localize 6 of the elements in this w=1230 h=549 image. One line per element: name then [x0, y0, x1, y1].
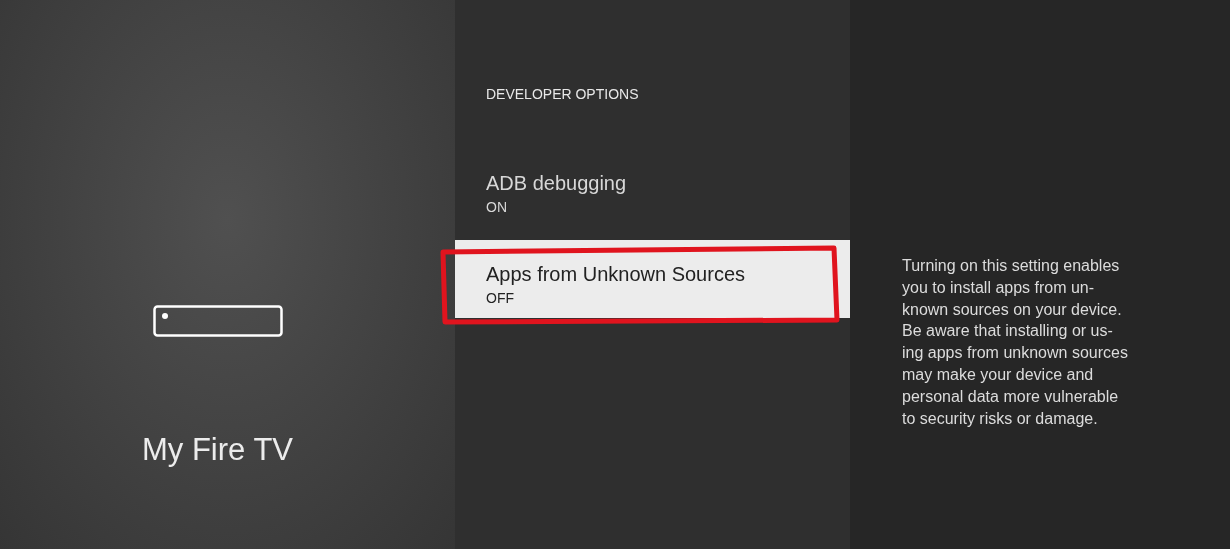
settings-item[interactable]: Apps from Unknown Sources OFF	[455, 240, 850, 318]
setting-description: Turning on this setting enables you to install apps from un- known sources on your device. Be aware that installing or us- ing apps from unknown sources may make your device and personal data more vulnerable to security risks or damage.	[902, 256, 1128, 429]
settings-item[interactable]: ADB debugging ON	[455, 162, 850, 240]
section-heading: DEVELOPER OPTIONS	[486, 85, 639, 104]
sidebar-title: My Fire TV	[142, 431, 293, 469]
device-icon	[152, 305, 283, 337]
